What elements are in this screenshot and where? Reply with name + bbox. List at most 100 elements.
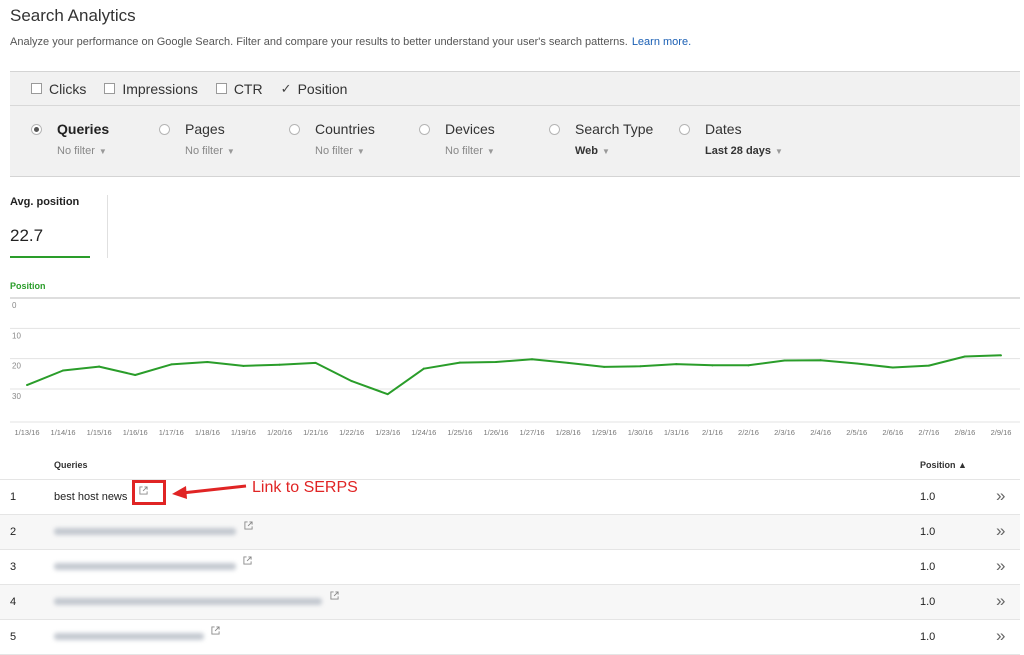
data-point[interactable] xyxy=(711,364,714,367)
data-point[interactable] xyxy=(314,361,317,364)
radio-icon[interactable] xyxy=(549,124,560,135)
data-point[interactable] xyxy=(783,359,786,362)
x-tick-label: 2/5/16 xyxy=(846,428,867,437)
data-point[interactable] xyxy=(350,380,353,383)
data-point[interactable] xyxy=(603,365,606,368)
group-filter-dropdown[interactable]: Last 28 days ▼ xyxy=(705,145,783,157)
position-value: 1.0 xyxy=(920,526,936,538)
caret-down-icon: ▼ xyxy=(98,147,107,156)
position-value: 1.0 xyxy=(920,596,936,608)
row-number: 1 xyxy=(10,491,17,503)
summary-value: 22.7 xyxy=(10,226,44,245)
data-point[interactable] xyxy=(386,393,389,396)
summary-label: Avg. position xyxy=(10,196,80,208)
metric-impressions[interactable]: Impressions xyxy=(104,81,198,97)
group-filter-dropdown[interactable]: No filter ▼ xyxy=(315,145,365,157)
data-point[interactable] xyxy=(567,361,570,364)
x-tick-label: 1/25/16 xyxy=(447,428,472,437)
checkmark-icon[interactable]: ✓ xyxy=(281,82,292,95)
data-point[interactable] xyxy=(278,363,281,366)
subtitle-text: Analyze your performance on Google Searc… xyxy=(10,36,628,48)
caret-down-icon: ▼ xyxy=(775,147,783,156)
radio-icon[interactable] xyxy=(159,124,170,135)
grouping-selector: Queries No filter ▼ Pages No filter ▼ Coun… xyxy=(10,107,1020,175)
data-point[interactable] xyxy=(639,365,642,368)
column-header-queries[interactable]: Queries xyxy=(54,460,88,470)
y-tick-label: 0 xyxy=(12,301,17,310)
table-row[interactable]: 4 1.0 » xyxy=(0,585,1020,620)
x-tick-label: 2/8/16 xyxy=(954,428,975,437)
x-tick-label: 1/22/16 xyxy=(339,428,364,437)
radio-icon[interactable] xyxy=(419,124,430,135)
table-row[interactable]: 3 1.0 » xyxy=(0,550,1020,585)
metric-label: Position xyxy=(297,80,348,97)
table-header: Queries Position ▲ xyxy=(0,450,1020,480)
data-point[interactable] xyxy=(62,369,65,372)
radio-icon[interactable] xyxy=(289,124,300,135)
x-tick-label: 1/16/16 xyxy=(123,428,148,437)
position-value: 1.0 xyxy=(920,491,936,503)
x-tick-label: 2/3/16 xyxy=(774,428,795,437)
data-point[interactable] xyxy=(819,359,822,362)
chart-title: Position xyxy=(10,281,46,291)
x-tick-label: 1/23/16 xyxy=(375,428,400,437)
summary-divider xyxy=(107,195,108,258)
caret-down-icon: ▼ xyxy=(226,147,235,156)
external-link-icon[interactable] xyxy=(211,626,220,635)
checkbox-icon[interactable] xyxy=(31,83,42,94)
data-point[interactable] xyxy=(927,364,930,367)
data-point[interactable] xyxy=(1000,354,1002,357)
data-point[interactable] xyxy=(422,367,425,370)
radio-selected-icon[interactable] xyxy=(31,124,42,135)
group-filter-dropdown[interactable]: Web ▼ xyxy=(575,145,610,157)
group-label: Countries xyxy=(315,121,375,137)
external-link-icon[interactable] xyxy=(243,556,252,565)
data-point[interactable] xyxy=(458,361,461,364)
data-point[interactable] xyxy=(134,374,137,377)
data-point[interactable] xyxy=(747,364,750,367)
filter-panel: Clicks Impressions CTR ✓ Position Querie… xyxy=(10,71,1020,177)
data-point[interactable] xyxy=(494,361,497,364)
group-filter-dropdown[interactable]: No filter ▼ xyxy=(185,145,235,157)
metric-ctr[interactable]: CTR xyxy=(215,81,263,97)
query-text[interactable]: best host news xyxy=(54,491,127,503)
chevron-right-double-icon[interactable]: » xyxy=(996,556,1005,576)
group-filter-dropdown[interactable]: No filter ▼ xyxy=(445,145,495,157)
data-point[interactable] xyxy=(675,363,678,366)
data-point[interactable] xyxy=(98,365,101,368)
checkbox-icon[interactable] xyxy=(104,83,116,94)
x-tick-label: 1/17/16 xyxy=(159,428,184,437)
group-filter-dropdown[interactable]: No filter ▼ xyxy=(57,145,107,157)
blurred-query xyxy=(54,563,236,570)
chevron-right-double-icon[interactable]: » xyxy=(996,591,1005,611)
data-point[interactable] xyxy=(963,355,966,358)
x-tick-label: 1/15/16 xyxy=(87,428,112,437)
page-subtitle: Analyze your performance on Google Searc… xyxy=(10,36,691,48)
data-point[interactable] xyxy=(531,358,534,361)
metric-position[interactable]: ✓ Position xyxy=(281,81,348,97)
data-point[interactable] xyxy=(170,363,173,366)
annotation-callout: Link to SERPS xyxy=(252,479,358,496)
data-point[interactable] xyxy=(26,384,28,387)
chevron-right-double-icon[interactable]: » xyxy=(996,521,1005,541)
caret-down-icon: ▼ xyxy=(486,147,495,156)
external-link-icon[interactable] xyxy=(330,591,339,600)
summary-underline xyxy=(10,256,90,258)
checkbox-icon[interactable] xyxy=(215,83,227,94)
x-tick-label: 1/30/16 xyxy=(628,428,653,437)
table-row[interactable]: 2 1.0 » xyxy=(0,515,1020,550)
data-point[interactable] xyxy=(891,366,894,369)
table-row[interactable]: 5 1.0 » xyxy=(0,620,1020,655)
chevron-right-double-icon[interactable]: » xyxy=(996,626,1005,646)
data-point[interactable] xyxy=(242,364,245,367)
external-link-icon[interactable] xyxy=(244,521,253,530)
x-tick-label: 1/21/16 xyxy=(303,428,328,437)
learn-more-link[interactable]: Learn more. xyxy=(632,36,691,48)
data-point[interactable] xyxy=(206,361,209,364)
data-point[interactable] xyxy=(855,362,858,365)
chevron-right-double-icon[interactable]: » xyxy=(996,486,1005,506)
column-header-position[interactable]: Position ▲ xyxy=(920,460,967,470)
row-number: 2 xyxy=(10,526,17,538)
metric-clicks[interactable]: Clicks xyxy=(31,81,86,97)
radio-icon[interactable] xyxy=(679,124,690,135)
